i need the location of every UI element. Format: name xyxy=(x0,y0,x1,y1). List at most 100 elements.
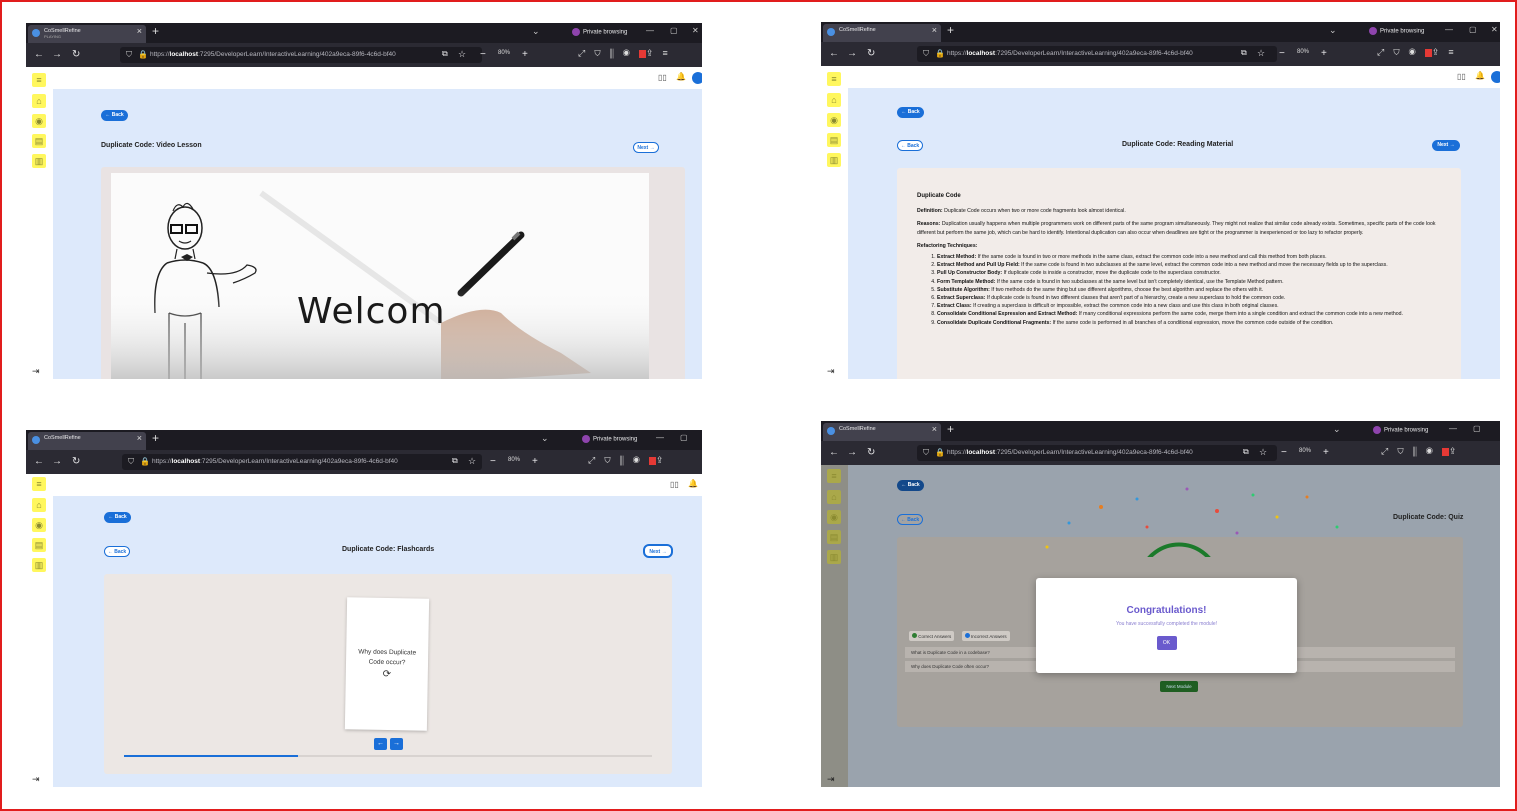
book-open-icon[interactable]: ▯▯ xyxy=(658,73,667,82)
menu-icon[interactable]: ≡ xyxy=(827,469,841,483)
forward-arrow-icon[interactable]: → xyxy=(52,49,62,60)
next-button[interactable]: Next → xyxy=(1432,140,1460,151)
zoom-out-button[interactable]: − xyxy=(1279,48,1285,59)
address-bar[interactable]: ⛉ 🔒 https://localhost:7295/DeveloperLear… xyxy=(120,47,482,63)
document-icon[interactable]: ▥ xyxy=(827,153,841,167)
reload-icon[interactable]: ↻ xyxy=(867,48,875,59)
eye-icon[interactable]: ◉ xyxy=(827,113,841,127)
sync-icon[interactable]: ⟳ xyxy=(346,669,428,680)
maximize-button[interactable]: ▢ xyxy=(1473,424,1481,433)
logout-icon[interactable]: ⇥ xyxy=(827,774,835,785)
maximize-button[interactable]: ▢ xyxy=(1469,25,1477,34)
book-icon[interactable]: ▤ xyxy=(827,133,841,147)
zoom-out-button[interactable]: − xyxy=(480,49,486,60)
back-button[interactable]: ← Back xyxy=(104,512,131,523)
eye-icon[interactable]: ◉ xyxy=(32,114,46,128)
zoom-level[interactable]: 80% xyxy=(1297,49,1309,55)
extension-red-icon[interactable] xyxy=(638,49,646,58)
extension-red-icon[interactable] xyxy=(1424,48,1432,57)
chevron-down-icon[interactable]: ⌄ xyxy=(541,433,549,444)
star-icon[interactable]: ☆ xyxy=(468,456,476,467)
reload-icon[interactable]: ↻ xyxy=(72,456,80,467)
maximize-button[interactable]: ▢ xyxy=(670,26,678,35)
back-arrow-icon[interactable]: ← xyxy=(34,456,44,467)
user-avatar[interactable] xyxy=(692,72,702,84)
star-icon[interactable]: ☆ xyxy=(1259,447,1267,458)
menu-icon[interactable]: ≡ xyxy=(32,73,46,87)
close-window-button[interactable]: ✕ xyxy=(692,26,699,35)
back-button[interactable]: ← Back xyxy=(897,107,924,118)
toolbar-extensions[interactable]: ⤢⛉⫼◉ ⇪≡ xyxy=(578,48,677,59)
logout-icon[interactable]: ⇥ xyxy=(32,366,40,377)
maximize-button[interactable]: ▢ xyxy=(680,433,688,442)
flashcard[interactable]: Why does Duplicate Code occur? ⟳ xyxy=(344,597,430,731)
user-avatar[interactable] xyxy=(1491,71,1500,83)
address-bar[interactable]: ⛉ 🔒 https://localhost:7295/DeveloperLear… xyxy=(917,46,1277,62)
address-bar[interactable]: ⛉ 🔒 https://localhost:7295/DeveloperLear… xyxy=(917,445,1277,461)
zoom-level[interactable]: 80% xyxy=(1299,448,1311,454)
zoom-level[interactable]: 80% xyxy=(498,50,510,56)
close-tab-icon[interactable]: × xyxy=(137,434,142,443)
new-tab-button[interactable]: + xyxy=(152,24,159,38)
extension-red-icon[interactable] xyxy=(1441,447,1449,456)
logout-icon[interactable]: ⇥ xyxy=(32,774,40,785)
browser-tab[interactable]: CoSmellRefine PLAYING × xyxy=(28,25,146,43)
minimize-button[interactable]: — xyxy=(656,433,664,442)
zoom-in-button[interactable]: + xyxy=(1323,447,1329,458)
toolbar-extensions[interactable]: ⤢⛉⫼◉ ⇪ xyxy=(588,455,672,466)
zoom-in-button[interactable]: + xyxy=(1321,48,1327,59)
forward-arrow-icon[interactable]: → xyxy=(847,48,857,59)
minimize-button[interactable]: — xyxy=(1445,25,1453,34)
back-arrow-icon[interactable]: ← xyxy=(34,49,44,60)
home-icon[interactable]: ⌂ xyxy=(827,490,841,504)
close-tab-icon[interactable]: × xyxy=(932,425,937,434)
new-tab-button[interactable]: + xyxy=(152,431,159,445)
chevron-down-icon[interactable]: ⌄ xyxy=(1329,25,1337,36)
ok-button[interactable]: OK xyxy=(1156,636,1177,650)
reader-icon[interactable]: ⧉ xyxy=(1243,447,1249,457)
document-icon[interactable]: ▥ xyxy=(827,550,841,564)
home-icon[interactable]: ⌂ xyxy=(32,94,46,108)
document-icon[interactable]: ▥ xyxy=(32,558,46,572)
bell-icon[interactable]: 🔔 xyxy=(688,479,698,488)
reader-icon[interactable]: ⧉ xyxy=(442,49,448,59)
eye-icon[interactable]: ◉ xyxy=(32,518,46,532)
home-icon[interactable]: ⌂ xyxy=(32,498,46,512)
browser-tab[interactable]: CoSmellRefine × xyxy=(28,432,146,450)
minimize-button[interactable]: — xyxy=(1449,424,1457,433)
browser-tab[interactable]: CoSmellRefine × xyxy=(823,24,941,42)
book-open-icon[interactable]: ▯▯ xyxy=(1457,72,1466,81)
reload-icon[interactable]: ↻ xyxy=(72,49,80,60)
book-icon[interactable]: ▤ xyxy=(827,530,841,544)
zoom-in-button[interactable]: + xyxy=(522,49,528,60)
previous-button[interactable]: ← Back xyxy=(897,140,923,151)
eye-icon[interactable]: ◉ xyxy=(827,510,841,524)
forward-arrow-icon[interactable]: → xyxy=(52,456,62,467)
zoom-level[interactable]: 80% xyxy=(508,457,520,463)
menu-icon[interactable]: ≡ xyxy=(827,72,841,86)
zoom-in-button[interactable]: + xyxy=(532,456,538,467)
home-icon[interactable]: ⌂ xyxy=(827,93,841,107)
next-card-button[interactable]: → xyxy=(390,738,403,750)
chevron-down-icon[interactable]: ⌄ xyxy=(1333,424,1341,435)
previous-card-button[interactable]: ← xyxy=(374,738,387,750)
video-frame[interactable]: Welcom xyxy=(111,173,649,379)
reader-icon[interactable]: ⧉ xyxy=(1241,48,1247,58)
book-icon[interactable]: ▤ xyxy=(32,538,46,552)
bell-icon[interactable]: 🔔 xyxy=(676,72,686,81)
new-tab-button[interactable]: + xyxy=(947,422,954,436)
extension-red-icon[interactable] xyxy=(648,456,656,465)
reader-icon[interactable]: ⧉ xyxy=(452,456,458,466)
zoom-out-button[interactable]: − xyxy=(1281,447,1287,458)
minimize-button[interactable]: — xyxy=(646,26,654,35)
forward-arrow-icon[interactable]: → xyxy=(847,447,857,458)
next-button[interactable]: Next → xyxy=(643,544,673,558)
toolbar-extensions[interactable]: ⤢⛉◉ ⇪≡ xyxy=(1377,47,1463,58)
book-icon[interactable]: ▤ xyxy=(32,134,46,148)
new-tab-button[interactable]: + xyxy=(947,23,954,37)
next-module-button[interactable]: Next Module xyxy=(1160,681,1198,692)
star-icon[interactable]: ☆ xyxy=(458,49,466,60)
back-button[interactable]: ← Back xyxy=(101,110,128,121)
back-arrow-icon[interactable]: ← xyxy=(829,447,839,458)
book-open-icon[interactable]: ▯▯ xyxy=(670,480,679,489)
